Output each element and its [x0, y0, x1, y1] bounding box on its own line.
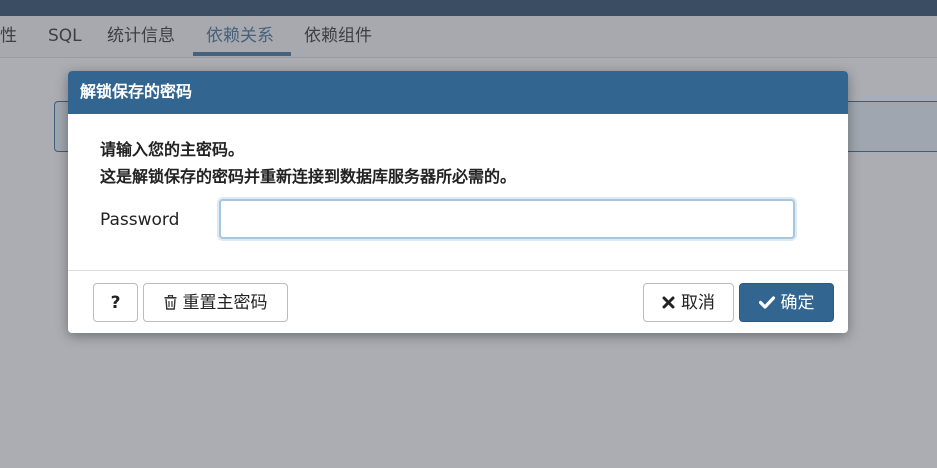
trash-icon	[164, 295, 177, 310]
unlock-password-dialog: 解锁保存的密码 请输入您的主密码。 这是解锁保存的密码并重新连接到数据库服务器所…	[68, 71, 848, 333]
password-label: Password	[100, 210, 180, 230]
dialog-message-line2: 这是解锁保存的密码并重新连接到数据库服务器所必需的。	[100, 167, 517, 186]
close-icon	[662, 296, 675, 309]
help-button[interactable]: ?	[93, 283, 138, 322]
reset-master-password-button[interactable]: 重置主密码	[143, 283, 288, 322]
ok-button[interactable]: 确定	[739, 283, 834, 322]
dialog-title: 解锁保存的密码	[80, 82, 193, 101]
reset-master-password-label: 重置主密码	[182, 292, 268, 313]
ok-label: 确定	[780, 292, 815, 313]
cancel-label: 取消	[681, 292, 715, 313]
cancel-button[interactable]: 取消	[643, 283, 734, 322]
dialog-message-line1: 请输入您的主密码。	[100, 140, 245, 159]
check-icon	[758, 296, 775, 309]
dialog-header: 解锁保存的密码	[68, 71, 848, 114]
dialog-footer-divider	[68, 270, 848, 271]
password-input[interactable]	[219, 199, 795, 239]
help-button-label: ?	[110, 292, 121, 313]
